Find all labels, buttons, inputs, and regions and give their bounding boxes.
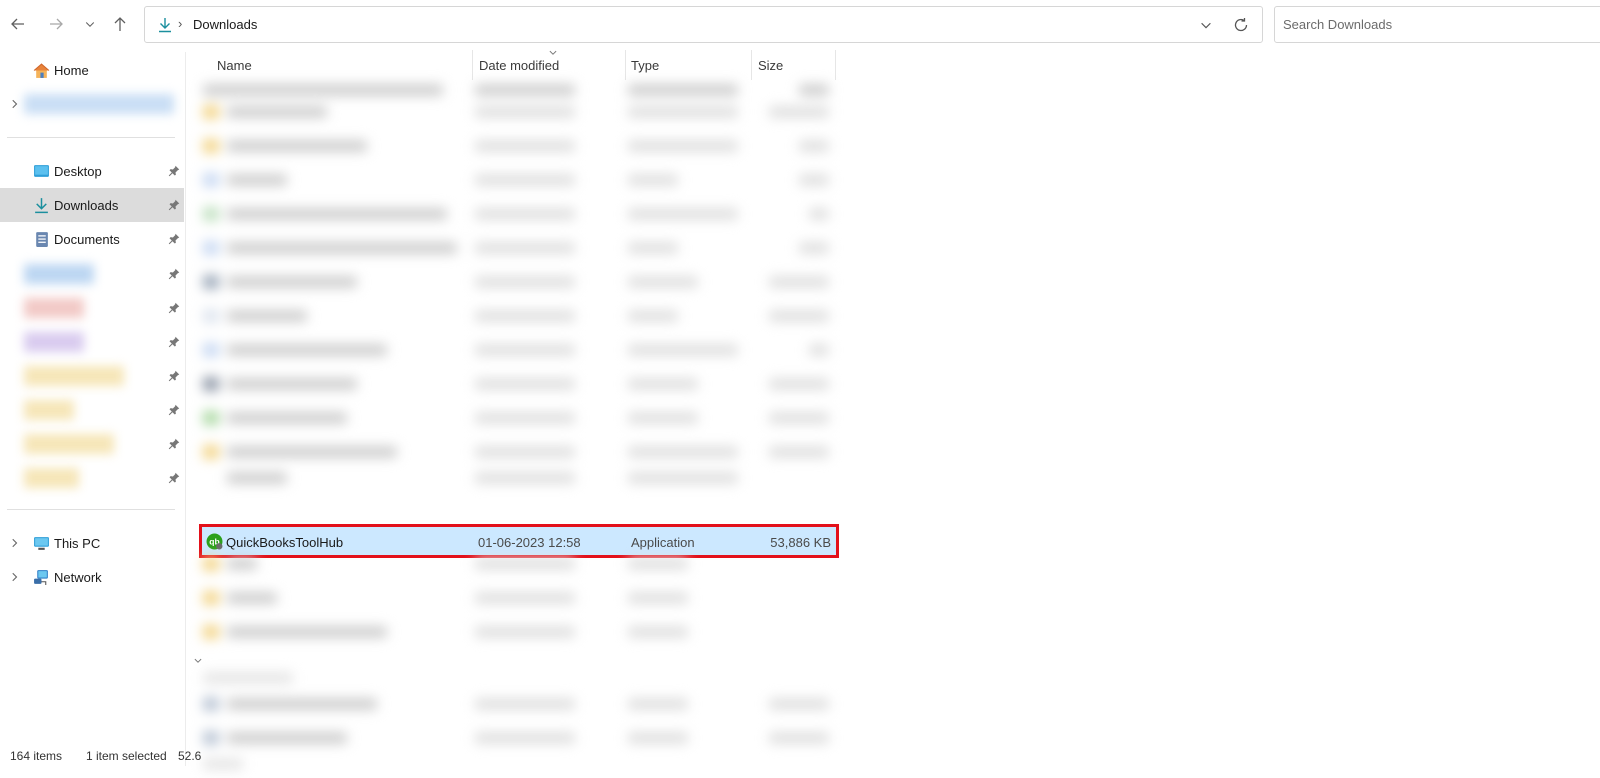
computer-icon (34, 536, 49, 550)
sidebar-item-label: Home (54, 62, 89, 78)
chevron-right-icon[interactable] (9, 98, 21, 110)
breadcrumb-separator: › (178, 16, 183, 31)
back-button[interactable] (4, 10, 32, 38)
sidebar-item-desktop[interactable]: Desktop (0, 154, 184, 188)
forward-button[interactable] (42, 10, 70, 38)
sort-descending-icon (549, 50, 557, 55)
search-box[interactable] (1274, 6, 1600, 43)
pin-icon[interactable] (168, 302, 180, 314)
chevron-right-icon[interactable] (9, 537, 21, 549)
chevron-right-icon[interactable] (9, 571, 21, 583)
sidebar-item-network[interactable]: Network (0, 560, 184, 594)
sidebar-item-label: Desktop (54, 163, 102, 179)
search-input[interactable] (1275, 7, 1575, 42)
breadcrumb-downloads[interactable]: Downloads (193, 17, 257, 32)
sidebar-item-label: Downloads (54, 197, 119, 213)
selection-size: 52.6 (178, 749, 202, 763)
pin-icon[interactable] (168, 165, 180, 177)
column-divider[interactable] (835, 50, 836, 80)
up-button[interactable] (106, 10, 134, 38)
blurred-item (24, 434, 114, 454)
column-divider[interactable] (472, 50, 473, 80)
address-bar[interactable]: › Downloads (144, 6, 1263, 43)
blurred-item (24, 332, 84, 352)
pin-icon[interactable] (168, 233, 180, 245)
blurred-item (24, 94, 174, 114)
pin-icon[interactable] (168, 438, 180, 450)
pin-icon[interactable] (168, 336, 180, 348)
status-bar: 164 items 1 item selected 52.6 (0, 746, 1600, 768)
sidebar-item-label: Documents (54, 231, 120, 247)
pin-icon[interactable] (168, 370, 180, 382)
chevron-down-icon (85, 22, 95, 27)
sidebar-item-documents[interactable]: Documents (0, 222, 184, 256)
sidebar-item-label: This PC (54, 535, 101, 551)
address-history-chevron-icon[interactable] (1199, 18, 1213, 32)
group-collapse-chevron-icon[interactable] (193, 656, 203, 666)
selection-count: 1 item selected (86, 749, 167, 763)
column-divider[interactable] (625, 50, 626, 80)
download-icon (159, 18, 171, 33)
arrow-left-icon (11, 18, 24, 30)
network-icon (34, 569, 48, 585)
documents-icon (36, 231, 48, 247)
blurred-item (24, 298, 84, 318)
sidebar-item-home[interactable]: Home (0, 53, 184, 87)
blurred-file-rows (199, 548, 839, 650)
column-header-date[interactable]: Date modified (479, 58, 559, 73)
blurred-item (24, 264, 94, 284)
recent-locations-button[interactable] (76, 10, 104, 38)
column-headers: Name Date modified Type Size (187, 48, 853, 80)
column-header-type[interactable]: Type (631, 58, 659, 73)
column-divider[interactable] (751, 50, 752, 80)
navigation-pane: Home Desktop Downloads Documents This PC… (0, 52, 186, 766)
toolbar: › Downloads (0, 0, 1600, 48)
sidebar-item-label: Network (54, 569, 102, 585)
pin-icon[interactable] (168, 268, 180, 280)
pin-icon[interactable] (168, 472, 180, 484)
sidebar-item-this-pc[interactable]: This PC (0, 526, 184, 560)
arrow-right-icon (50, 18, 63, 30)
blurred-item (24, 468, 79, 488)
desktop-icon (34, 164, 49, 177)
pin-icon[interactable] (168, 404, 180, 416)
sidebar-item-downloads[interactable]: Downloads (0, 188, 184, 222)
item-count: 164 items (10, 749, 63, 763)
blurred-item (24, 400, 74, 420)
file-list: Name Date modified Type Size qb QuickBoo… (187, 48, 853, 770)
divider (7, 509, 175, 510)
blurred-file-rows (199, 82, 839, 486)
divider (7, 137, 175, 138)
pin-icon[interactable] (168, 199, 180, 211)
column-header-name[interactable]: Name (217, 58, 252, 73)
home-icon (33, 62, 50, 78)
blurred-item (24, 366, 124, 386)
download-icon (35, 197, 48, 213)
refresh-icon[interactable] (1233, 17, 1249, 33)
column-header-size[interactable]: Size (758, 58, 783, 73)
arrow-up-icon (114, 17, 126, 31)
